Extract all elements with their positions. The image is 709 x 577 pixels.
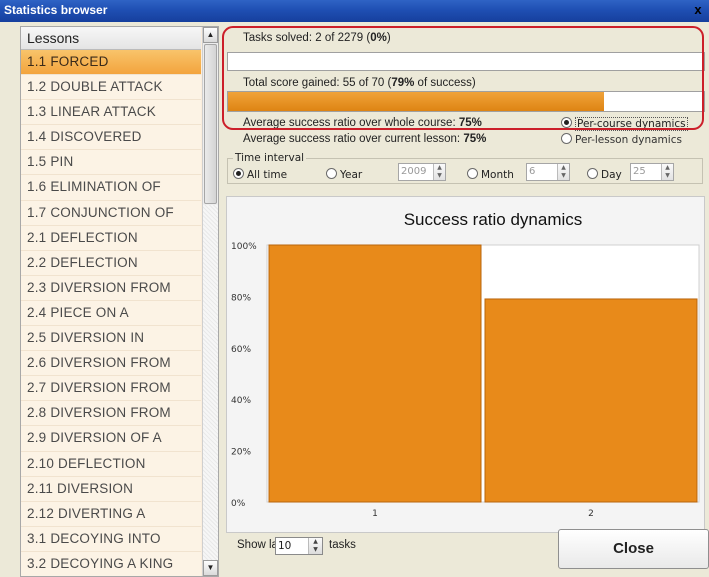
chart-title: Success ratio dynamics <box>404 210 583 229</box>
scroll-thumb[interactable] <box>204 44 217 204</box>
lesson-item[interactable]: 1.1 FORCED <box>21 50 201 75</box>
spinner-arrows-icon[interactable]: ▲▼ <box>433 164 445 180</box>
scroll-up-button[interactable]: ▲ <box>203 27 218 43</box>
tasks-solved-label: Tasks solved: 2 of 2279 ( <box>243 32 370 44</box>
lesson-item[interactable]: 1.3 LINEAR ATTACK <box>21 100 201 125</box>
score-progress-fill <box>228 92 604 111</box>
year-radio[interactable]: Year <box>326 168 362 181</box>
y-tick-label: 100% <box>231 242 257 252</box>
lesson-item[interactable]: 2.6 DIVERSION FROM <box>21 351 201 376</box>
radio-checked-icon <box>233 168 244 179</box>
score-percent: 79% <box>391 77 414 89</box>
bar <box>485 299 697 502</box>
score-text: Total score gained: 55 of 70 (79% of suc… <box>243 77 476 89</box>
month-radio[interactable]: Month <box>467 168 514 181</box>
tasks-label: tasks <box>329 539 356 551</box>
lesson-item[interactable]: 2.5 DIVERSION IN <box>21 326 201 351</box>
radio-checked-icon <box>561 117 572 128</box>
scroll-down-button[interactable]: ▼ <box>203 560 218 576</box>
lesson-item[interactable]: 1.2 DOUBLE ATTACK <box>21 75 201 100</box>
tasks-solved-text: Tasks solved: 2 of 2279 (0%) <box>243 32 391 44</box>
per-lesson-dynamics-label: Per-lesson dynamics <box>575 134 682 146</box>
lesson-item[interactable]: 2.7 DIVERSION FROM <box>21 376 201 401</box>
score-progress-bar <box>227 91 705 112</box>
show-last-spinner[interactable]: 10 ▲▼ <box>275 537 323 555</box>
per-lesson-dynamics-radio[interactable]: Per-lesson dynamics <box>561 133 682 146</box>
lesson-item[interactable]: 2.10 DEFLECTION <box>21 452 201 477</box>
time-interval-legend: Time interval <box>233 152 306 164</box>
day-radio[interactable]: Day <box>587 168 622 181</box>
lessons-header-label: Lessons <box>27 30 79 46</box>
tasks-progress-bar <box>227 52 705 71</box>
avg-course-text: Average success ratio over whole course:… <box>243 117 482 129</box>
per-course-dynamics-label: Per-course dynamics <box>575 117 688 131</box>
spinner-arrows-icon[interactable]: ▲▼ <box>557 164 569 180</box>
lesson-item[interactable]: 2.9 DIVERSION OF A <box>21 426 201 451</box>
success-ratio-chart: Success ratio dynamics 0% 20% 40% 60% 80% 100%… <box>226 196 705 533</box>
lesson-item[interactable]: 1.4 DISCOVERED <box>21 125 201 150</box>
lesson-item[interactable]: 2.8 DIVERSION FROM <box>21 401 201 426</box>
lesson-item[interactable]: 2.11 DIVERSION <box>21 477 201 502</box>
lessons-header: Lessons <box>21 27 201 50</box>
lesson-item[interactable]: 2.2 DEFLECTION <box>21 251 201 276</box>
lesson-item[interactable]: 2.3 DIVERSION FROM <box>21 276 201 301</box>
x-tick-label: 1 <box>372 509 378 519</box>
avg-lesson-label: Average success ratio over current lesso… <box>243 133 463 145</box>
day-value: 25 <box>633 166 646 177</box>
show-last-value: 10 <box>278 540 291 552</box>
x-tick-label: 2 <box>588 509 594 519</box>
stats-panel: Tasks solved: 2 of 2279 (0%) Total score… <box>222 22 709 575</box>
close-button[interactable]: Close <box>558 529 709 569</box>
radio-unchecked-icon <box>467 168 478 179</box>
title-bar: Statistics browser x <box>0 0 709 22</box>
y-tick-label: 20% <box>231 448 251 458</box>
lessons-panel: Lessons 1.1 FORCED1.2 DOUBLE ATTACK1.3 L… <box>20 26 219 577</box>
avg-lesson-value: 75% <box>463 133 486 145</box>
all-time-radio[interactable]: All time <box>233 168 287 181</box>
lesson-item[interactable]: 2.1 DEFLECTION <box>21 226 201 251</box>
month-label: Month <box>481 169 514 181</box>
day-label: Day <box>601 169 622 181</box>
lesson-list: 1.1 FORCED1.2 DOUBLE ATTACK1.3 LINEAR AT… <box>21 50 201 577</box>
spinner-arrows-icon[interactable]: ▲▼ <box>308 538 322 554</box>
spinner-arrows-icon[interactable]: ▲▼ <box>661 164 673 180</box>
all-time-label: All time <box>247 169 287 181</box>
day-spinner[interactable]: 25 ▲▼ <box>630 163 674 181</box>
score-label: Total score gained: 55 of 70 ( <box>243 77 391 89</box>
scroll-track[interactable] <box>203 205 218 560</box>
year-label: Year <box>340 169 362 181</box>
tasks-solved-percent: 0% <box>370 32 387 44</box>
year-spinner[interactable]: 2009 ▲▼ <box>398 163 446 181</box>
lesson-item[interactable]: 2.12 DIVERTING A <box>21 502 201 527</box>
lesson-item[interactable]: 1.7 CONJUNCTION OF <box>21 201 201 226</box>
lesson-item[interactable]: 1.6 ELIMINATION OF <box>21 175 201 200</box>
per-course-dynamics-radio[interactable]: Per-course dynamics <box>561 117 688 130</box>
lessons-scrollbar[interactable]: ▲ ▼ <box>202 27 218 576</box>
radio-unchecked-icon <box>587 168 598 179</box>
avg-course-label: Average success ratio over whole course: <box>243 117 459 129</box>
tasks-solved-suffix: ) <box>387 32 391 44</box>
avg-lesson-text: Average success ratio over current lesso… <box>243 133 486 145</box>
score-suffix: of success) <box>414 77 475 89</box>
lesson-item[interactable]: 3.1 DECOYING INTO <box>21 527 201 552</box>
window-title: Statistics browser <box>4 3 107 17</box>
radio-unchecked-icon <box>561 133 572 144</box>
year-value: 2009 <box>401 166 426 177</box>
month-spinner[interactable]: 6 ▲▼ <box>526 163 570 181</box>
month-value: 6 <box>529 166 535 177</box>
window-close-button[interactable]: x <box>689 1 707 19</box>
avg-course-value: 75% <box>459 117 482 129</box>
bar <box>269 245 481 502</box>
chart-svg: Success ratio dynamics 0% 20% 40% 60% 80% 100%… <box>227 197 704 532</box>
y-tick-label: 60% <box>231 345 251 355</box>
y-tick-label: 40% <box>231 396 251 406</box>
lesson-item[interactable]: 2.4 PIECE ON A <box>21 301 201 326</box>
radio-unchecked-icon <box>326 168 337 179</box>
y-tick-label: 0% <box>231 499 246 509</box>
y-tick-label: 80% <box>231 293 251 303</box>
lesson-item[interactable]: 3.2 DECOYING A KING <box>21 552 201 577</box>
lesson-item[interactable]: 1.5 PIN <box>21 150 201 175</box>
